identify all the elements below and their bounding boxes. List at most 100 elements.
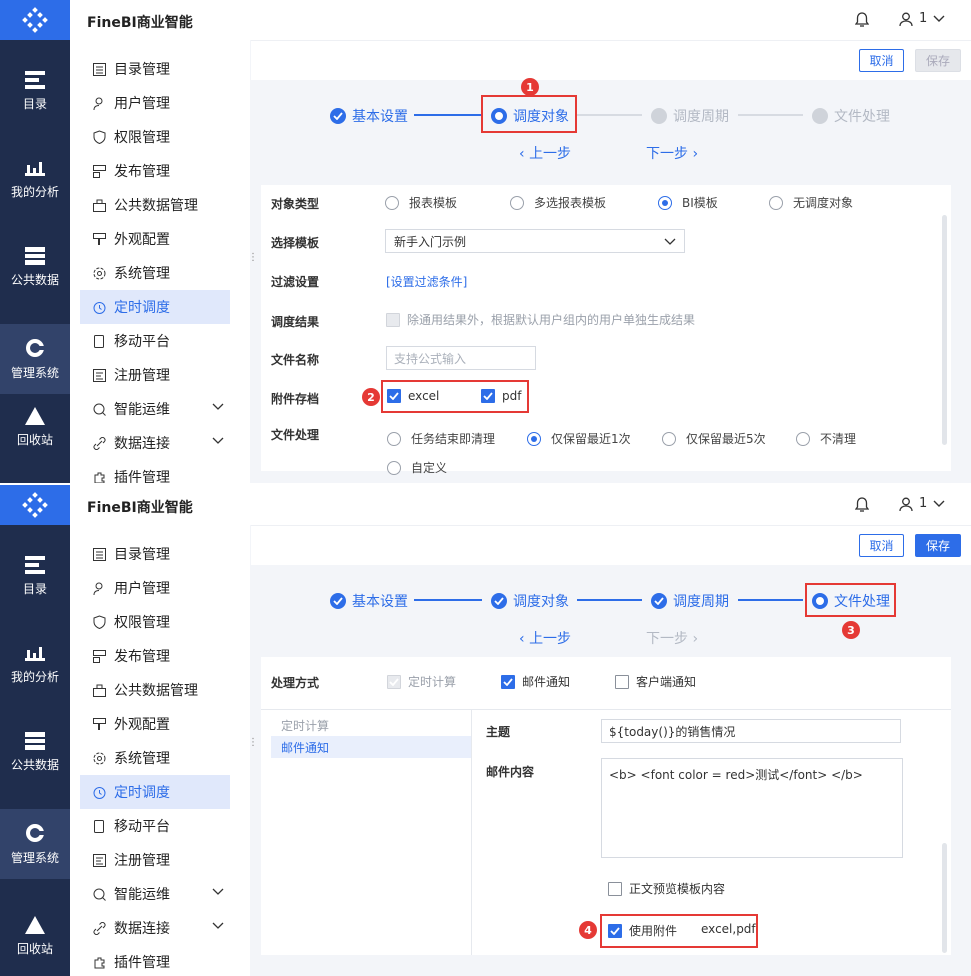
subnav-users[interactable]: 用户管理 [80,571,230,605]
step-basic[interactable]: 基本设置 [330,106,408,126]
brush-icon [92,717,106,731]
email-notify-checkbox[interactable]: 邮件通知 [501,673,570,690]
prev-step-link[interactable]: ‹ 上一步 [519,628,571,648]
next-step-link[interactable]: 下一步 › [646,628,698,648]
subnav-registration[interactable]: 注册管理 [80,358,230,392]
subnav-schedule[interactable]: 定时调度 [80,775,230,809]
radio-bi[interactable]: BI模板 [658,194,718,211]
rail-public-data[interactable]: 公共数据 [0,232,70,302]
bell-icon[interactable] [854,12,870,32]
subnav-catalog[interactable]: 目录管理 [80,537,230,571]
save-button[interactable]: 保存 [915,49,961,72]
mail-content-textarea[interactable]: <b> <font color = red>测试</font> </b> [601,758,903,858]
subnav-data-connection[interactable]: 数据连接 [80,426,230,460]
public-data-icon [92,198,106,212]
step-period[interactable]: 调度周期 [651,106,729,126]
user-icon [899,12,913,26]
subnav-plugins[interactable]: 插件管理 [80,945,230,976]
step-object[interactable]: 调度对象 [491,591,569,611]
template-select[interactable]: 新手入门示例 [385,229,685,253]
brand-title: FineBI商业智能 [87,500,193,516]
bell-icon[interactable] [854,497,870,517]
check-icon [651,593,667,609]
step-connector [577,114,642,116]
rail-analysis[interactable]: 我的分析 [0,629,70,699]
step-basic[interactable]: 基本设置 [330,591,408,611]
scrollbar[interactable] [942,215,947,445]
subnav-ops[interactable]: 智能运维 [80,392,230,426]
subnav-public-data[interactable]: 公共数据管理 [80,188,230,222]
logo [0,485,70,525]
catalog-icon [25,70,45,89]
resize-handle[interactable]: ⋮ [248,738,258,748]
user-menu[interactable]: 1 [899,496,945,511]
prev-step-link[interactable]: ‹ 上一步 [519,143,571,163]
subnav-schedule[interactable]: 定时调度 [80,290,230,324]
step-connector [738,599,803,601]
cancel-button[interactable]: 取消 [859,534,904,557]
rail-public-data[interactable]: 公共数据 [0,717,70,787]
scrollbar[interactable] [942,843,947,953]
subject-input[interactable]: ${today()}的销售情况 [601,719,901,743]
radio-no-clean[interactable]: 不清理 [796,430,856,447]
next-step-link[interactable]: 下一步 › [646,143,698,163]
radio-custom[interactable]: 自定义 [387,459,447,476]
mobile-icon [92,334,106,348]
timed-calc-checkbox[interactable]: 定时计算 [387,673,456,690]
subnav-appearance[interactable]: 外观配置 [80,222,230,256]
step-file[interactable]: 文件处理 [812,106,890,126]
list-item[interactable]: 邮件通知 [271,736,471,758]
subnav-publish[interactable]: 发布管理 [80,639,230,673]
user-icon [92,96,106,110]
subnav-publish[interactable]: 发布管理 [80,154,230,188]
plugin-icon [92,470,106,483]
radio-keep-5[interactable]: 仅保留最近5次 [662,430,766,447]
subnav-ops[interactable]: 智能运维 [80,877,230,911]
rail-catalog[interactable]: 目录 [0,56,70,126]
subnav-appearance[interactable]: 外观配置 [80,707,230,741]
subnav-system[interactable]: 系统管理 [80,741,230,775]
rail-management[interactable]: 管理系统 [0,809,70,879]
radio-none[interactable]: 无调度对象 [769,194,853,211]
separate-result-checkbox[interactable]: 除通用结果外，根据默认用户组内的用户单独生成结果 [386,311,695,328]
radio-keep-1[interactable]: 仅保留最近1次 [527,430,631,447]
mobile-icon [92,819,106,833]
gear-icon [26,338,45,357]
public-data-icon [25,731,45,750]
rail-recycle[interactable]: 回收站 [0,392,70,462]
subnav-users[interactable]: 用户管理 [80,86,230,120]
user-menu[interactable]: 1 [899,11,945,26]
rail-catalog[interactable]: 目录 [0,541,70,611]
file-name-input[interactable]: 支持公式输入 [386,346,536,370]
analysis-icon [25,646,45,661]
analysis-icon [25,161,45,176]
subnav-mobile[interactable]: 移动平台 [80,324,230,358]
save-button[interactable]: 保存 [915,534,961,557]
preview-template-checkbox[interactable]: 正文预览模板内容 [608,880,725,897]
radio-multi-report[interactable]: 多选报表模板 [510,194,606,211]
resize-handle[interactable]: ⋮ [248,253,258,263]
client-notify-checkbox[interactable]: 客户端通知 [615,673,696,690]
filter-link[interactable]: [设置过滤条件] [386,273,467,290]
subnav-data-connection[interactable]: 数据连接 [80,911,230,945]
subnav-plugins[interactable]: 插件管理 [80,460,230,483]
subnav-permissions[interactable]: 权限管理 [80,120,230,154]
field-label: 文件处理 [271,428,320,442]
rail-analysis[interactable]: 我的分析 [0,144,70,214]
rail-management[interactable]: 管理系统 [0,324,70,394]
subnav-permissions[interactable]: 权限管理 [80,605,230,639]
rail-recycle[interactable]: 回收站 [0,901,70,971]
subnav-mobile[interactable]: 移动平台 [80,809,230,843]
step-period[interactable]: 调度周期 [651,591,729,611]
subnav-registration[interactable]: 注册管理 [80,843,230,877]
subnav-catalog[interactable]: 目录管理 [80,52,230,86]
radio-report[interactable]: 报表模板 [385,194,457,211]
subnav-public-data[interactable]: 公共数据管理 [80,673,230,707]
action-bar: 取消 保存 [251,525,971,565]
list-item[interactable]: 定时计算 [271,714,471,736]
cancel-button[interactable]: 取消 [859,49,904,72]
subnav-system[interactable]: 系统管理 [80,256,230,290]
radio-clean-on-finish[interactable]: 任务结束即清理 [387,430,495,447]
public-data-icon [25,246,45,265]
register-icon [92,368,106,382]
